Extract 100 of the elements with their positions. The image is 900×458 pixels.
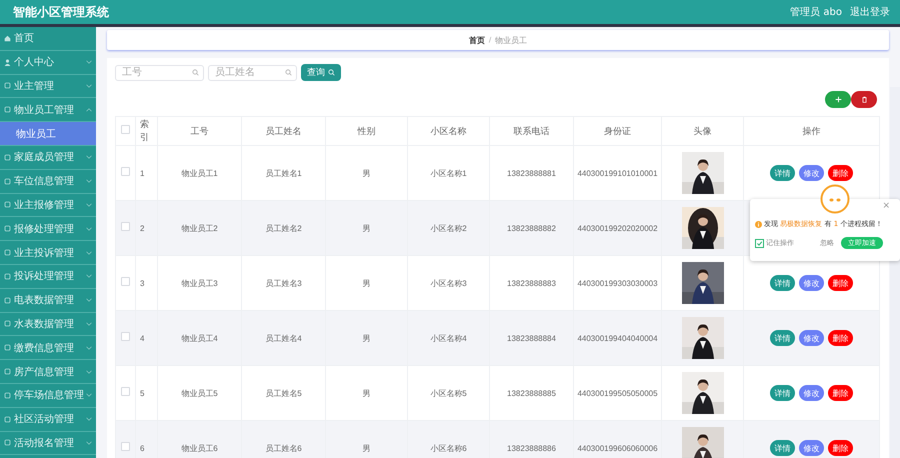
logout-link[interactable]: 退出登录 xyxy=(850,5,890,19)
delete-button[interactable]: 删除 xyxy=(828,440,853,456)
sidebar-item[interactable]: 家庭成员管理 xyxy=(0,146,96,170)
search-icon xyxy=(285,69,292,76)
sidebar-item[interactable]: 首页 xyxy=(0,27,96,51)
edit-button[interactable]: 修改 xyxy=(799,385,824,401)
detail-button[interactable]: 详情 xyxy=(770,275,795,291)
square-icon xyxy=(4,201,11,208)
chevron-down-icon xyxy=(86,274,92,278)
row-checkbox[interactable] xyxy=(121,277,130,286)
search-field[interactable]: 员工姓名 xyxy=(208,64,297,80)
square-icon xyxy=(4,344,11,352)
chevron-down-icon xyxy=(86,393,92,398)
table-cell: 小区名称6 xyxy=(408,420,490,458)
square-icon xyxy=(4,178,11,185)
square-icon xyxy=(4,416,11,423)
detail-button[interactable]: 详情 xyxy=(770,440,795,456)
sidebar-item[interactable]: 投诉处理管理 xyxy=(0,264,96,289)
delete-button[interactable]: 删除 xyxy=(828,165,853,181)
sidebar-item[interactable]: 业主报修管理 xyxy=(0,194,96,218)
trash-icon xyxy=(860,96,868,103)
detail-button[interactable]: 详情 xyxy=(770,330,795,346)
chevron-down-icon xyxy=(86,202,92,207)
table-cell: 男 xyxy=(326,310,408,366)
chevron-down-icon xyxy=(86,370,92,374)
chevron-down-icon xyxy=(86,322,92,326)
chevron-down-icon xyxy=(86,298,92,302)
square-icon xyxy=(4,106,11,114)
chevron-down-icon xyxy=(86,440,92,445)
select-all-checkbox[interactable] xyxy=(121,125,130,134)
table-cell: 物业员工4 xyxy=(158,310,242,366)
chevron-down-icon xyxy=(86,179,92,184)
user-label: 管理员 abo xyxy=(790,6,842,19)
delete-button[interactable] xyxy=(851,91,877,108)
search-icon xyxy=(192,69,199,76)
search-field[interactable]: 工号 xyxy=(115,64,204,80)
column-header: 索引 xyxy=(136,116,158,146)
chevron-up-icon xyxy=(86,108,92,112)
square-icon xyxy=(4,392,11,399)
sidebar-item[interactable]: 房产信息管理 xyxy=(0,360,96,384)
sidebar-item[interactable]: 水表数据管理 xyxy=(0,312,96,336)
sidebar-item[interactable]: 车位信息管理 xyxy=(0,170,96,194)
remember-checkbox[interactable] xyxy=(755,238,764,248)
delete-button[interactable]: 删除 xyxy=(828,385,853,401)
table-cell: 员工姓名4 xyxy=(242,310,326,366)
column-header: 员工姓名 xyxy=(242,116,326,146)
sidebar-item[interactable]: 个人中心 xyxy=(0,50,96,75)
table-cell: 440300199606060006 xyxy=(574,420,662,458)
edit-button[interactable]: 修改 xyxy=(799,165,824,181)
chevron-down-icon xyxy=(86,346,92,350)
edit-button[interactable]: 修改 xyxy=(799,440,824,456)
row-checkbox[interactable] xyxy=(121,442,130,451)
search-icon xyxy=(328,69,335,76)
chevron-down-icon xyxy=(86,155,92,160)
delete-button[interactable]: 删除 xyxy=(828,330,853,346)
square-icon xyxy=(4,320,11,328)
user-icon xyxy=(4,58,11,66)
sidebar-subitem[interactable]: 物业员工 xyxy=(0,122,96,146)
table-cell: 物业员工2 xyxy=(158,200,242,256)
table-cell: 员工姓名6 xyxy=(242,420,326,458)
table-cell: 13823888884 xyxy=(490,310,574,366)
chevron-down-icon xyxy=(86,417,92,422)
breadcrumb-item[interactable]: 首页 xyxy=(468,34,485,46)
sidebar-item[interactable]: 业主管理 xyxy=(0,74,96,98)
query-button[interactable]: 查询 xyxy=(301,64,341,81)
edit-button[interactable]: 修改 xyxy=(799,275,824,291)
chevron-down-icon xyxy=(86,226,92,231)
square-icon xyxy=(4,272,11,280)
sidebar-item[interactable]: 报修处理管理 xyxy=(0,217,96,242)
row-checkbox[interactable] xyxy=(121,222,130,231)
breadcrumb-item: 物业员工 xyxy=(495,34,528,46)
table-cell: 员工姓名2 xyxy=(242,200,326,256)
sidebar-item[interactable]: 电表数据管理 xyxy=(0,288,96,313)
detail-button[interactable]: 详情 xyxy=(770,165,795,181)
column-header: 操作 xyxy=(744,116,880,146)
sidebar-item[interactable]: 社区活动管理 xyxy=(0,408,96,432)
sidebar-item[interactable]: 业主投诉管理 xyxy=(0,241,96,265)
column-header: 工号 xyxy=(158,116,242,146)
table-cell: 440300199404040004 xyxy=(574,310,662,366)
delete-button[interactable]: 删除 xyxy=(828,275,853,291)
row-checkbox[interactable] xyxy=(121,387,130,396)
row-checkbox[interactable] xyxy=(121,167,130,176)
app-title: 智能小区管理系统 xyxy=(13,4,109,20)
edit-button[interactable]: 修改 xyxy=(799,330,824,346)
table-cell: 13823888882 xyxy=(490,200,574,256)
row-checkbox[interactable] xyxy=(121,332,130,341)
table-cell: 440300199202020002 xyxy=(574,200,662,256)
column-header: 性别 xyxy=(326,116,408,146)
add-button[interactable] xyxy=(825,91,851,108)
column-header: 小区名称 xyxy=(408,116,490,146)
square-icon xyxy=(4,82,11,90)
column-header: 头像 xyxy=(662,116,744,146)
sidebar-item[interactable]: 停车场信息管理 xyxy=(0,384,96,408)
sidebar-item[interactable]: 活动报名管理 xyxy=(0,432,96,456)
detail-button[interactable]: 详情 xyxy=(770,385,795,401)
table-cell: 物业员工6 xyxy=(158,420,242,458)
column-header: 身份证 xyxy=(574,116,662,146)
sidebar-item[interactable]: 缴费信息管理 xyxy=(0,336,96,360)
close-button[interactable]: × xyxy=(882,201,890,211)
home-icon xyxy=(4,34,11,42)
